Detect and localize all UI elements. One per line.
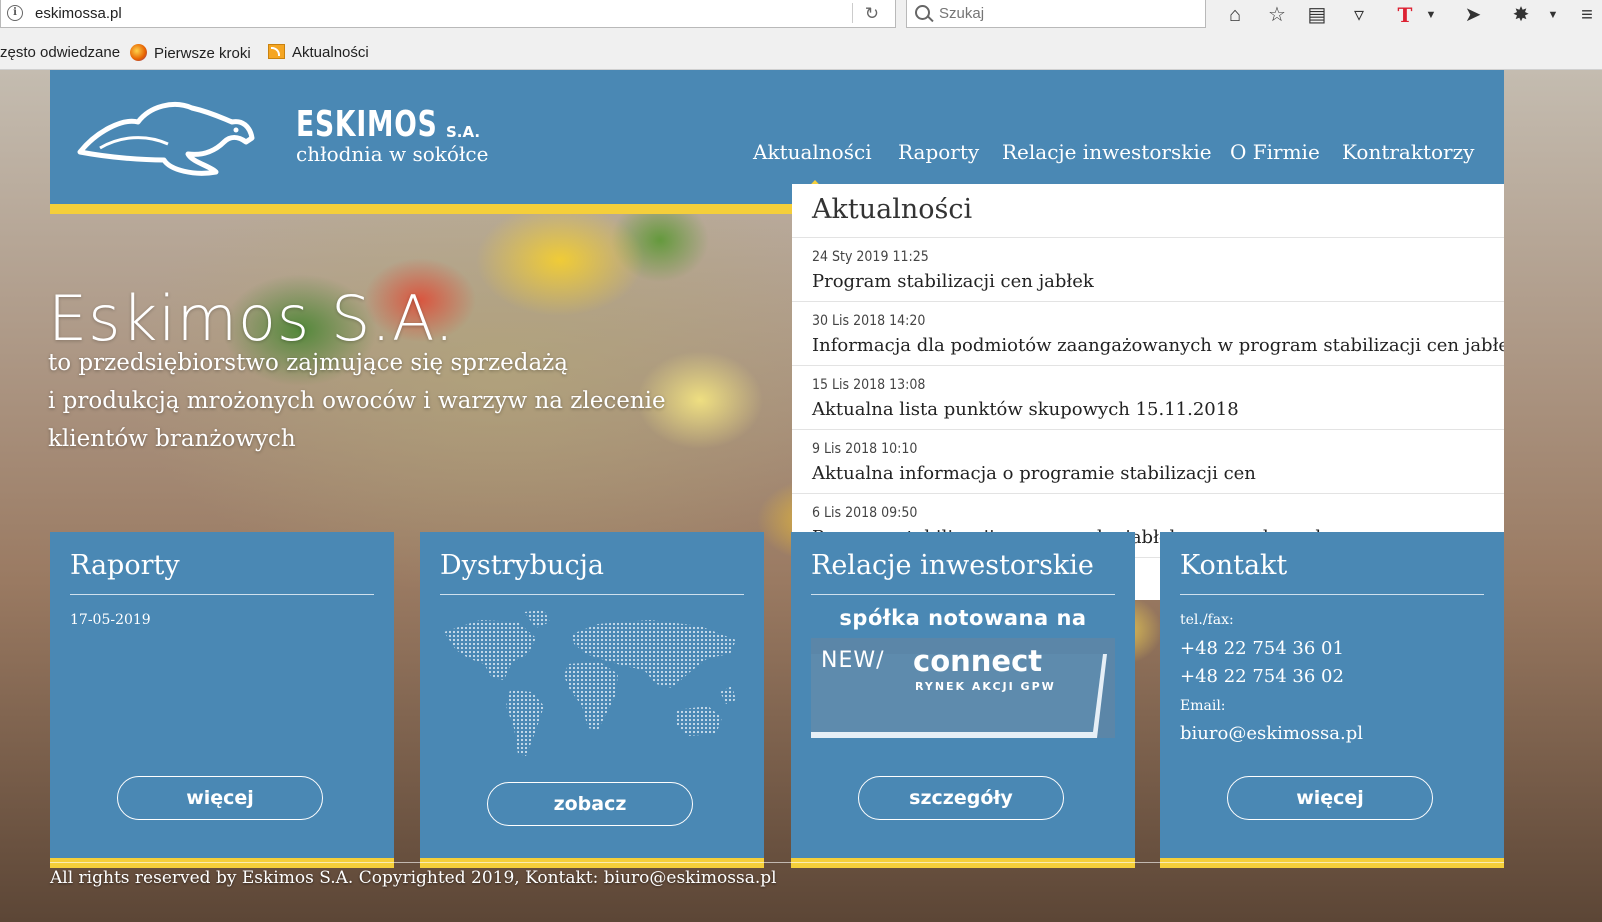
nav-relacje-inwestorskie[interactable]: Relacje inwestorskie [1002,140,1212,164]
translate-t-icon[interactable]: T [1392,3,1418,27]
relacje-details-button[interactable]: szczegóły [858,776,1064,820]
card-raporty: Raporty 17-05-2019 więcej [50,532,394,868]
news-title: Aktualności [812,194,973,225]
info-icon[interactable]: i [7,5,23,21]
card-title: Relacje inwestorskie [811,550,1094,581]
dystrybucja-see-button[interactable]: zobacz [487,782,693,826]
browser-toolbar: i eskimossa.pl ↻ ⌂ ☆ ▤ ▿ T ▼ ➤ ✸ ▼ ≡ [0,0,1602,34]
footer-divider [50,862,1504,863]
banner-box: NEW/ connect RYNEK AKCJI GPW [811,638,1115,738]
header-accent-bar [50,204,792,214]
page-viewport: ESKIMOS S.A. chłodnia w sokółce Aktualno… [0,70,1602,922]
phone-1[interactable]: +48 22 754 36 01 [1180,638,1344,659]
card-title: Raporty [70,550,180,581]
banner-connect: connect [913,644,1043,678]
news-link[interactable]: Aktualna informacja o programie stabiliz… [812,463,1256,484]
menu-dropdown-icon[interactable]: ▼ [1540,3,1566,27]
kontakt-more-button[interactable]: więcej [1227,776,1433,820]
card-kontakt: Kontakt tel./fax: +48 22 754 36 01 +48 2… [1160,532,1504,868]
card-accent-bar [50,858,394,868]
news-date: 6 Lis 2018 09:50 [812,505,918,521]
bookmark-aktualnosci[interactable]: Aktualności [268,44,369,61]
banner-headline: spółka notowana na [839,606,1087,630]
news-item[interactable]: 30 Lis 2018 14:20 Informacja dla podmiot… [792,302,1504,366]
card-dystrybucja: Dystrybucja zobacz [420,532,764,868]
news-link[interactable]: Aktualna lista punktów skupowych 15.11.2… [812,399,1239,420]
card-divider [440,594,744,595]
bookmarks-toolbar: zęsto odwiedzane Pierwsze kroki Aktualno… [0,34,1602,70]
news-date: 9 Lis 2018 10:10 [812,441,918,457]
tel-label: tel./fax: [1180,612,1234,628]
logo-sa: S.A. [446,123,481,141]
search-icon [915,5,930,20]
footer-text: All rights reserved by Eskimos S.A. Copy… [50,868,777,888]
url-text[interactable]: eskimossa.pl [35,5,122,22]
hero-title: Eskimos S.A. [48,282,456,355]
news-item[interactable]: 9 Lis 2018 10:10 Aktualna informacja o p… [792,430,1504,494]
logo-title[interactable]: ESKIMOS [296,104,438,145]
dropdown-icon[interactable]: ▼ [1418,3,1444,27]
news-link[interactable]: Program stabilizacji cen jabłek [812,271,1094,292]
bookmark-star-icon[interactable]: ☆ [1264,3,1290,27]
report-date[interactable]: 17-05-2019 [70,612,151,628]
card-title: Dystrybucja [440,550,605,581]
library-icon[interactable]: ▤ [1304,3,1330,27]
news-date: 30 Lis 2018 14:20 [812,313,926,329]
banner-subtitle: RYNEK AKCJI GPW [915,680,1056,693]
card-accent-bar [420,858,764,868]
bookmark-czesto-odwiedzane[interactable]: zęsto odwiedzane [0,44,120,61]
hero-line-2: i produkcją mrożonych owoców i warzyw na… [48,388,666,414]
nav-kontraktorzy[interactable]: Kontraktorzy [1342,140,1474,164]
nav-raporty[interactable]: Raporty [898,140,979,164]
send-icon[interactable]: ➤ [1460,3,1486,27]
email-label: Email: [1180,698,1226,714]
search-input[interactable] [937,4,1196,23]
hero-line-1: to przedsiębiorstwo zajmujące się sprzed… [48,350,568,376]
card-title: Kontakt [1180,550,1288,581]
card-divider [70,594,374,595]
card-accent-bar [791,858,1135,868]
nav-o-firmie[interactable]: O Firmie [1230,140,1320,164]
eskimos-bird-logo-icon[interactable] [76,96,256,176]
home-icon[interactable]: ⌂ [1222,3,1248,27]
reload-icon[interactable]: ↻ [865,4,879,24]
url-bar[interactable]: i eskimossa.pl ↻ [0,0,896,28]
rss-icon [268,44,285,59]
news-date: 15 Lis 2018 13:08 [812,377,926,393]
raporty-more-button[interactable]: więcej [117,776,323,820]
bookmark-label: Pierwsze kroki [154,45,251,62]
bookmark-pierwsze-kroki[interactable]: Pierwsze kroki [130,44,251,62]
logo-subtitle: chłodnia w sokółce [296,142,489,166]
card-divider [1180,594,1484,595]
phone-2[interactable]: +48 22 754 36 02 [1180,666,1344,687]
news-item[interactable]: 24 Sty 2019 11:25 Program stabilizacji c… [792,238,1504,302]
email-link[interactable]: biuro@eskimossa.pl [1180,723,1363,744]
card-accent-bar [1160,858,1504,868]
card-relacje-inwestorskie: Relacje inwestorskie spółka notowana na … [791,532,1135,868]
overflow-menu-icon[interactable]: ≡ [1574,3,1600,27]
extension-icon[interactable]: ✸ [1508,3,1534,27]
pocket-icon[interactable]: ▿ [1346,3,1372,27]
newconnect-banner[interactable]: spółka notowana na NEW/ connect RYNEK AK… [811,604,1115,738]
world-map-icon [444,610,736,756]
news-date: 24 Sty 2019 11:25 [812,249,929,265]
firefox-icon [130,44,147,61]
bookmark-label: Aktualności [292,44,369,61]
hero-line-3: klientów branżowych [48,426,296,452]
url-separator [852,3,853,23]
search-bar[interactable] [906,0,1206,28]
banner-new: NEW/ [821,648,885,673]
news-link[interactable]: Informacja dla podmiotów zaangażowanych … [812,335,1504,356]
news-item[interactable]: 15 Lis 2018 13:08 Aktualna lista punktów… [792,366,1504,430]
card-divider [811,594,1115,595]
nav-aktualnosci[interactable]: Aktualności [753,140,872,164]
